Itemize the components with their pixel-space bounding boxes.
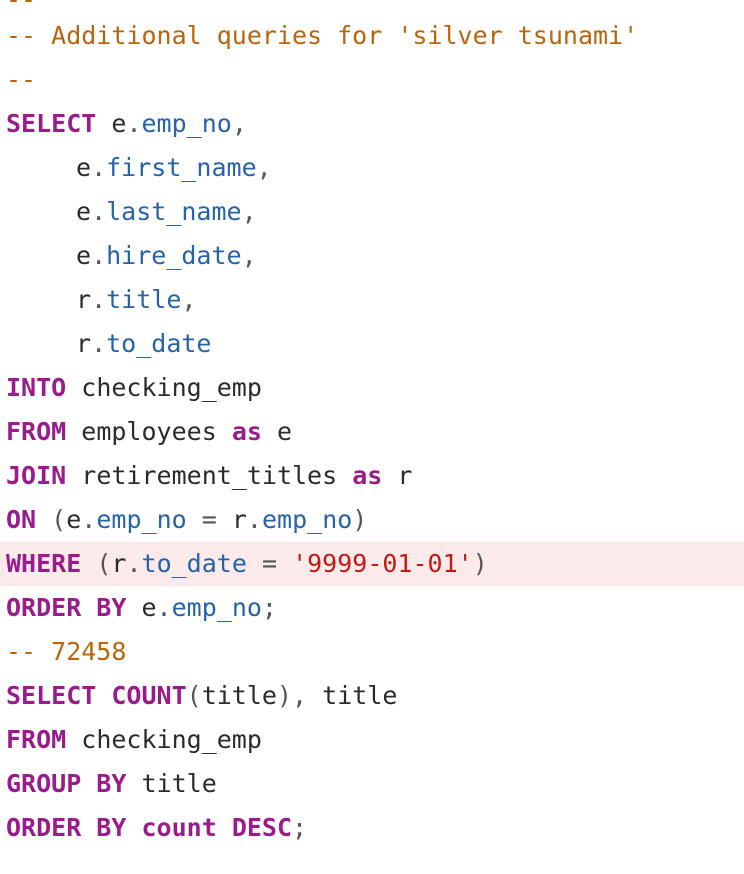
right-paren: ) <box>472 549 488 578</box>
column-title: title <box>141 769 217 798</box>
semicolon: ; <box>261 593 277 622</box>
column-title: title <box>322 681 398 710</box>
table-employees: employees <box>81 417 217 446</box>
keyword-group-by: GROUP BY <box>6 769 127 798</box>
dot: . <box>81 505 97 534</box>
dot: . <box>91 241 107 270</box>
code-line-1: -- <box>0 0 744 14</box>
alias-e: e <box>276 417 293 446</box>
left-paren: ( <box>96 549 112 578</box>
dot: . <box>91 153 107 182</box>
keyword-order-by: ORDER BY <box>6 593 127 622</box>
field-emp-no: emp_no <box>261 505 353 534</box>
table-checking-emp: checking_emp <box>81 373 262 402</box>
code-line-14-highlighted: WHERE (r.to_date = '9999-01-01') <box>0 542 744 586</box>
alias-e: e <box>111 109 127 138</box>
code-line-4: SELECT e.emp_no, <box>0 102 744 146</box>
function-count: COUNT <box>111 681 187 710</box>
alias-r: r <box>397 461 413 490</box>
column-title: title <box>201 681 277 710</box>
code-line-8: r.title, <box>0 278 744 322</box>
code-line-17: SELECT COUNT(title), title <box>0 674 744 718</box>
code-line-6: e.last_name, <box>0 190 744 234</box>
dot: . <box>91 329 107 358</box>
keyword-select: SELECT <box>6 109 97 138</box>
alias-r: r <box>76 285 92 314</box>
alias-r: r <box>231 505 247 534</box>
keyword-select: SELECT <box>6 681 97 710</box>
code-line-18: FROM checking_emp <box>0 718 744 762</box>
dot: . <box>91 285 107 314</box>
code-editor[interactable]: -- -- Additional queries for 'silver tsu… <box>0 0 744 850</box>
code-line-20: ORDER BY count DESC; <box>0 806 744 850</box>
field-first-name: first_name <box>106 153 257 182</box>
code-line-3: -- <box>0 58 744 102</box>
string-literal-date: '9999-01-01' <box>292 549 473 578</box>
keyword-join: JOIN <box>6 461 67 490</box>
keyword-where: WHERE <box>6 549 82 578</box>
dot: . <box>126 549 142 578</box>
code-line-13: ON (e.emp_no = r.emp_no) <box>0 498 744 542</box>
right-paren: ) <box>352 505 368 534</box>
field-emp-no: emp_no <box>141 109 232 138</box>
dot: . <box>246 505 262 534</box>
alias-e: e <box>141 593 157 622</box>
right-paren: ) <box>276 681 293 710</box>
comment: -- Additional queries for 'silver tsunam… <box>6 21 639 50</box>
field-emp-no: emp_no <box>96 505 187 534</box>
left-paren: ( <box>186 681 202 710</box>
field-title: title <box>106 285 182 314</box>
comma: , <box>231 109 247 138</box>
field-hire-date: hire_date <box>106 241 242 270</box>
keyword-into: INTO <box>6 373 67 402</box>
comma: , <box>241 241 257 270</box>
code-line-5: e.first_name, <box>0 146 744 190</box>
alias-e: e <box>66 505 82 534</box>
keyword-from: FROM <box>6 725 67 754</box>
code-line-9: r.to_date <box>0 322 744 366</box>
semicolon: ; <box>292 813 308 842</box>
equals: = <box>201 505 217 534</box>
alias-e: e <box>76 153 92 182</box>
keyword-count: count <box>141 813 217 842</box>
comment: -- <box>6 0 36 14</box>
alias-r: r <box>76 329 92 358</box>
field-to-date: to_date <box>106 329 212 358</box>
table-retirement-titles: retirement_titles <box>81 461 338 490</box>
comma: , <box>181 285 197 314</box>
code-line-10: INTO checking_emp <box>0 366 744 410</box>
dot: . <box>126 109 142 138</box>
code-line-15: ORDER BY e.emp_no; <box>0 586 744 630</box>
keyword-as: as <box>231 417 262 446</box>
keyword-desc: DESC <box>231 813 293 842</box>
comment-count: -- 72458 <box>6 637 127 666</box>
dot: . <box>91 197 107 226</box>
field-last-name: last_name <box>106 197 242 226</box>
keyword-on: ON <box>6 505 37 534</box>
comma: , <box>292 681 308 710</box>
dot: . <box>156 593 172 622</box>
code-line-11: FROM employees as e <box>0 410 744 454</box>
keyword-order-by: ORDER BY <box>6 813 127 842</box>
comma: , <box>256 153 272 182</box>
keyword-from: FROM <box>6 417 67 446</box>
field-to-date: to_date <box>141 549 247 578</box>
equals: = <box>261 549 277 578</box>
field-emp-no: emp_no <box>171 593 262 622</box>
code-line-2: -- Additional queries for 'silver tsunam… <box>0 14 744 58</box>
code-line-16: -- 72458 <box>0 630 744 674</box>
alias-e: e <box>76 241 92 270</box>
comma: , <box>241 197 257 226</box>
left-paren: ( <box>51 505 67 534</box>
code-line-7: e.hire_date, <box>0 234 744 278</box>
alias-r: r <box>111 549 127 578</box>
keyword-as: as <box>352 461 383 490</box>
code-line-12: JOIN retirement_titles as r <box>0 454 744 498</box>
code-line-19: GROUP BY title <box>0 762 744 806</box>
comment: -- <box>6 65 37 94</box>
alias-e: e <box>76 197 92 226</box>
table-checking-emp: checking_emp <box>81 725 262 754</box>
